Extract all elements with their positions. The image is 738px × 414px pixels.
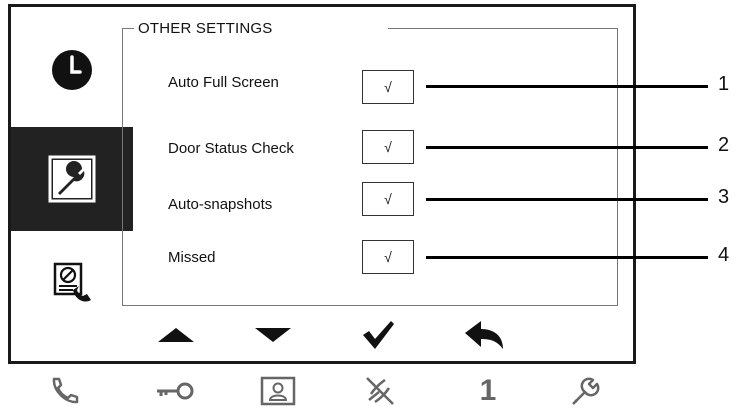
group-title: OTHER SETTINGS xyxy=(136,20,275,37)
up-arrow-icon xyxy=(158,328,194,342)
nav-confirm-button[interactable] xyxy=(348,318,408,352)
setting-label-auto-snapshots: Auto-snapshots xyxy=(168,196,273,213)
callout-number-1: 1 xyxy=(718,73,730,95)
sidebar-item-clock[interactable] xyxy=(11,15,133,125)
down-arrow-icon xyxy=(255,328,291,342)
callout-number-4: 4 xyxy=(718,244,730,266)
group-border xyxy=(122,28,134,29)
sidebar-item-log[interactable] xyxy=(11,233,133,333)
check-icon xyxy=(363,321,394,349)
hw-settings-button[interactable] xyxy=(564,372,608,410)
checkbox-door-status-check[interactable]: √ xyxy=(362,130,414,164)
nav-up-button[interactable] xyxy=(146,318,206,352)
hw-call-button[interactable] xyxy=(42,372,86,410)
wrench-icon xyxy=(48,155,96,203)
checkbox-auto-full-screen[interactable]: √ xyxy=(362,70,414,104)
setting-label-auto-full-screen: Auto Full Screen xyxy=(168,74,279,91)
setting-label-missed: Missed xyxy=(168,249,216,266)
hw-number-one-button[interactable]: 1 xyxy=(466,372,510,410)
nav-back-button[interactable] xyxy=(455,318,515,352)
contact-card-icon xyxy=(260,376,296,406)
callout-line-4 xyxy=(426,256,708,259)
sidebar-item-settings[interactable] xyxy=(11,127,133,231)
hw-unlock-button[interactable] xyxy=(153,372,197,410)
mute-icon xyxy=(366,377,394,405)
nav-down-button[interactable] xyxy=(243,318,303,352)
clock-icon xyxy=(52,50,92,90)
key-icon xyxy=(157,382,194,400)
sidebar xyxy=(11,7,133,361)
callout-line-2 xyxy=(426,146,708,149)
call-log-icon xyxy=(53,262,91,302)
back-icon xyxy=(465,321,503,349)
callout-line-3 xyxy=(426,198,708,201)
hw-monitor-button[interactable] xyxy=(256,372,300,410)
wrench-icon xyxy=(572,377,600,405)
checkbox-missed[interactable]: √ xyxy=(362,240,414,274)
setting-label-door-status-check: Door Status Check xyxy=(168,140,294,157)
checkbox-auto-snapshots[interactable]: √ xyxy=(362,182,414,216)
callout-number-3: 3 xyxy=(718,186,730,208)
callout-number-2: 2 xyxy=(718,134,730,156)
group-border xyxy=(388,28,618,29)
callout-line-1 xyxy=(426,85,708,88)
hw-mute-button[interactable] xyxy=(358,372,402,410)
phone-icon xyxy=(52,377,79,404)
